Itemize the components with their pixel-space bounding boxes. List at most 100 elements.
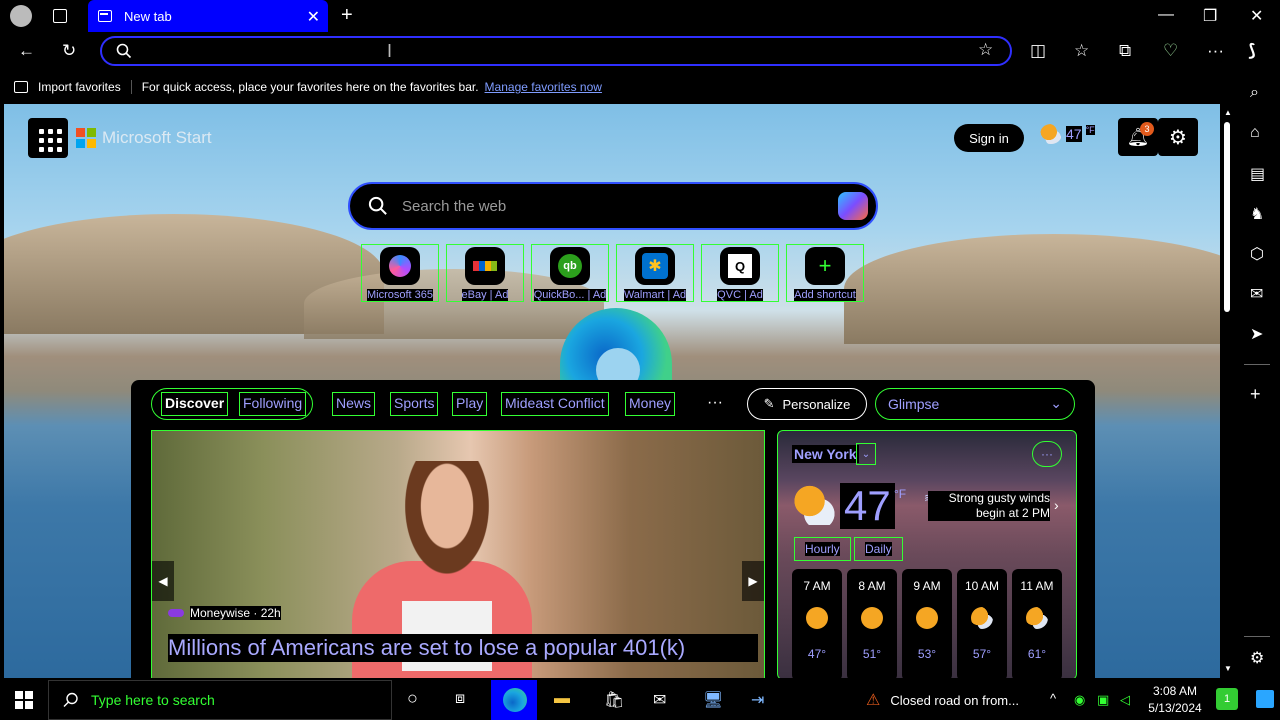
chevron-up-icon[interactable]: ^ <box>1050 691 1056 706</box>
outlook-icon[interactable]: ✉ <box>1250 284 1263 304</box>
close-window-button[interactable]: ✕ <box>1250 6 1263 26</box>
browser-essentials-icon[interactable]: ♡ <box>1163 41 1178 61</box>
tab-close-button[interactable]: ✕ <box>307 7 320 27</box>
hourly-forecast-item[interactable]: 10 AM 57° <box>957 569 1007 678</box>
chevron-down-icon[interactable]: ⌄ <box>856 443 876 465</box>
tab-actions-icon[interactable] <box>53 9 67 23</box>
scrollbar-thumb[interactable] <box>1224 122 1230 312</box>
tools-icon[interactable]: ▤ <box>1250 164 1265 184</box>
taskbar-clock[interactable]: 3:08 AM 5/13/2024 <box>1140 683 1210 717</box>
article-source: Moneywise · 22h <box>168 606 281 620</box>
notifications-button[interactable]: 🔔︎ 3 <box>1118 118 1158 156</box>
source-text: Moneywise · 22h <box>190 606 281 620</box>
tab-play[interactable]: Play <box>452 392 488 416</box>
refresh-icon[interactable]: ↻ <box>62 41 76 61</box>
chevron-right-icon[interactable]: › <box>1054 497 1059 513</box>
copilot-icon[interactable]: ⟆ <box>1248 41 1256 61</box>
drop-icon[interactable]: ➤ <box>1250 324 1263 344</box>
tab-new-tab[interactable]: New tab ✕ <box>88 0 328 32</box>
tab-daily[interactable]: Daily <box>854 537 903 561</box>
article-headline[interactable]: Millions of Americans are set to lose a … <box>168 634 758 662</box>
carousel-next-button[interactable]: ▶ <box>742 561 764 601</box>
address-bar[interactable]: I ☆ <box>100 36 1012 66</box>
tab-discover[interactable]: Discover <box>161 392 229 416</box>
plus-icon[interactable]: + <box>1250 384 1261 405</box>
add-shortcut-button[interactable]: + Add shortcut <box>786 244 864 302</box>
scroll-up-icon[interactable]: ▲ <box>1224 108 1232 117</box>
weather-city[interactable]: New York <box>792 445 859 463</box>
gear-icon[interactable]: ⚙ <box>1250 648 1264 668</box>
more-tabs-button[interactable]: ··· <box>707 394 723 412</box>
microsoft-start-logo[interactable]: Microsoft Start <box>76 128 212 148</box>
shortcut-walmart[interactable]: ✱ Walmart | Ad <box>616 244 694 302</box>
walmart-icon: ✱ <box>635 247 675 286</box>
weather-more-button[interactable]: ··· <box>1032 441 1062 467</box>
shortcut-label: eBay | Ad <box>461 289 509 301</box>
apps-launcher-button[interactable] <box>28 118 68 158</box>
shortcut-microsoft-365[interactable]: Microsoft 365 <box>361 244 439 302</box>
search-placeholder: Search the web <box>402 197 507 215</box>
tab-following[interactable]: Following <box>239 392 307 416</box>
hero-image-face <box>382 461 512 611</box>
shortcut-qvc[interactable]: Q QVC | Ad <box>701 244 779 302</box>
copilot-icon[interactable] <box>838 192 868 220</box>
favorites-icon[interactable]: ☆ <box>1074 41 1089 61</box>
split-screen-icon[interactable]: ◫ <box>1030 41 1046 61</box>
hero-article-card[interactable]: ◀ ▶ Moneywise · 22h Millions of American… <box>151 430 765 678</box>
edge-icon <box>503 688 527 712</box>
cortana-icon[interactable]: ○ <box>407 688 418 709</box>
show-desktop-icon[interactable] <box>1256 690 1274 708</box>
remote-app-icon[interactable]: ⇥ <box>751 690 764 710</box>
restore-button[interactable]: ❐ <box>1203 6 1217 26</box>
store-icon[interactable]: 🛍︎ <box>604 690 624 710</box>
back-arrow-icon[interactable]: ← <box>18 41 35 61</box>
tab-hourly[interactable]: Hourly <box>794 537 851 561</box>
web-search-box[interactable]: Search the web <box>348 182 878 230</box>
minimize-button[interactable]: — <box>1158 6 1174 24</box>
microsoft-365-sidebar-icon[interactable]: ⬡ <box>1250 244 1264 264</box>
hourly-forecast-item[interactable]: 11 AM 61° <box>1012 569 1062 678</box>
profile-avatar-icon[interactable] <box>10 5 32 27</box>
sign-in-button[interactable]: Sign in <box>954 124 1024 152</box>
weather-widget-top[interactable]: 47 °F <box>1040 124 1095 144</box>
network-icon[interactable]: ▣ <box>1097 692 1109 708</box>
shortcut-ebay[interactable]: eBay | Ad <box>446 244 524 302</box>
weather-alert[interactable]: Strong gusty winds begin at 2 PM <box>928 491 1050 521</box>
task-view-icon[interactable]: ⧈ <box>455 690 465 708</box>
hourly-forecast-item[interactable]: 7 AM 47° <box>792 569 842 678</box>
page-scrollbar[interactable]: ▲ ▼ <box>1220 104 1234 678</box>
windows-start-icon[interactable] <box>15 691 33 709</box>
import-favorites-button[interactable]: Import favorites <box>38 80 121 94</box>
page-settings-button[interactable]: ⚙ <box>1158 118 1198 156</box>
carousel-prev-button[interactable]: ◀ <box>152 561 174 601</box>
file-explorer-icon[interactable]: ▬ <box>554 690 570 708</box>
tab-news[interactable]: News <box>332 392 376 416</box>
games-icon[interactable]: ♞ <box>1250 204 1264 224</box>
weather-card[interactable]: New York ⌄ ··· 47 °F ≋ Strong gusty wind… <box>777 430 1077 678</box>
volume-muted-icon[interactable]: ◁ <box>1120 692 1130 708</box>
mail-icon[interactable]: ✉ <box>653 690 666 710</box>
meet-now-icon[interactable]: ◉ <box>1074 692 1085 708</box>
taskbar-search-box[interactable]: Type here to search <box>48 680 392 720</box>
hourly-forecast-item[interactable]: 8 AM 51° <box>847 569 897 678</box>
tab-mideast-conflict[interactable]: Mideast Conflict <box>501 392 609 416</box>
action-center-button[interactable]: 1 <box>1216 688 1238 710</box>
search-icon[interactable]: ⌕ <box>1250 84 1259 102</box>
favorite-star-icon[interactable]: ☆ <box>978 40 993 60</box>
more-menu-icon[interactable]: ··· <box>1207 41 1224 61</box>
taskbar-news-widget[interactable]: ⚠ Closed road on from... <box>852 680 1044 720</box>
hourly-forecast-item[interactable]: 9 AM 53° <box>902 569 952 678</box>
new-tab-button[interactable]: + <box>341 4 353 27</box>
search-icon <box>368 196 387 215</box>
manage-favorites-link[interactable]: Manage favorites now <box>485 80 602 94</box>
shopping-tag-icon[interactable]: ⌂ <box>1250 124 1260 142</box>
collections-icon[interactable]: ⧉ <box>1119 41 1131 61</box>
personalize-button[interactable]: ✎ Personalize <box>747 388 867 420</box>
pc-app-icon[interactable]: 🖥︎ <box>703 690 723 710</box>
layout-select[interactable]: Glimpse ⌄ <box>875 388 1075 420</box>
tab-sports[interactable]: Sports <box>390 392 439 416</box>
shortcut-quickbooks[interactable]: qb QuickBo... | Ad <box>531 244 609 302</box>
taskbar-edge-button[interactable] <box>491 680 537 720</box>
tab-money[interactable]: Money <box>625 392 676 416</box>
scroll-down-icon[interactable]: ▼ <box>1224 664 1232 673</box>
